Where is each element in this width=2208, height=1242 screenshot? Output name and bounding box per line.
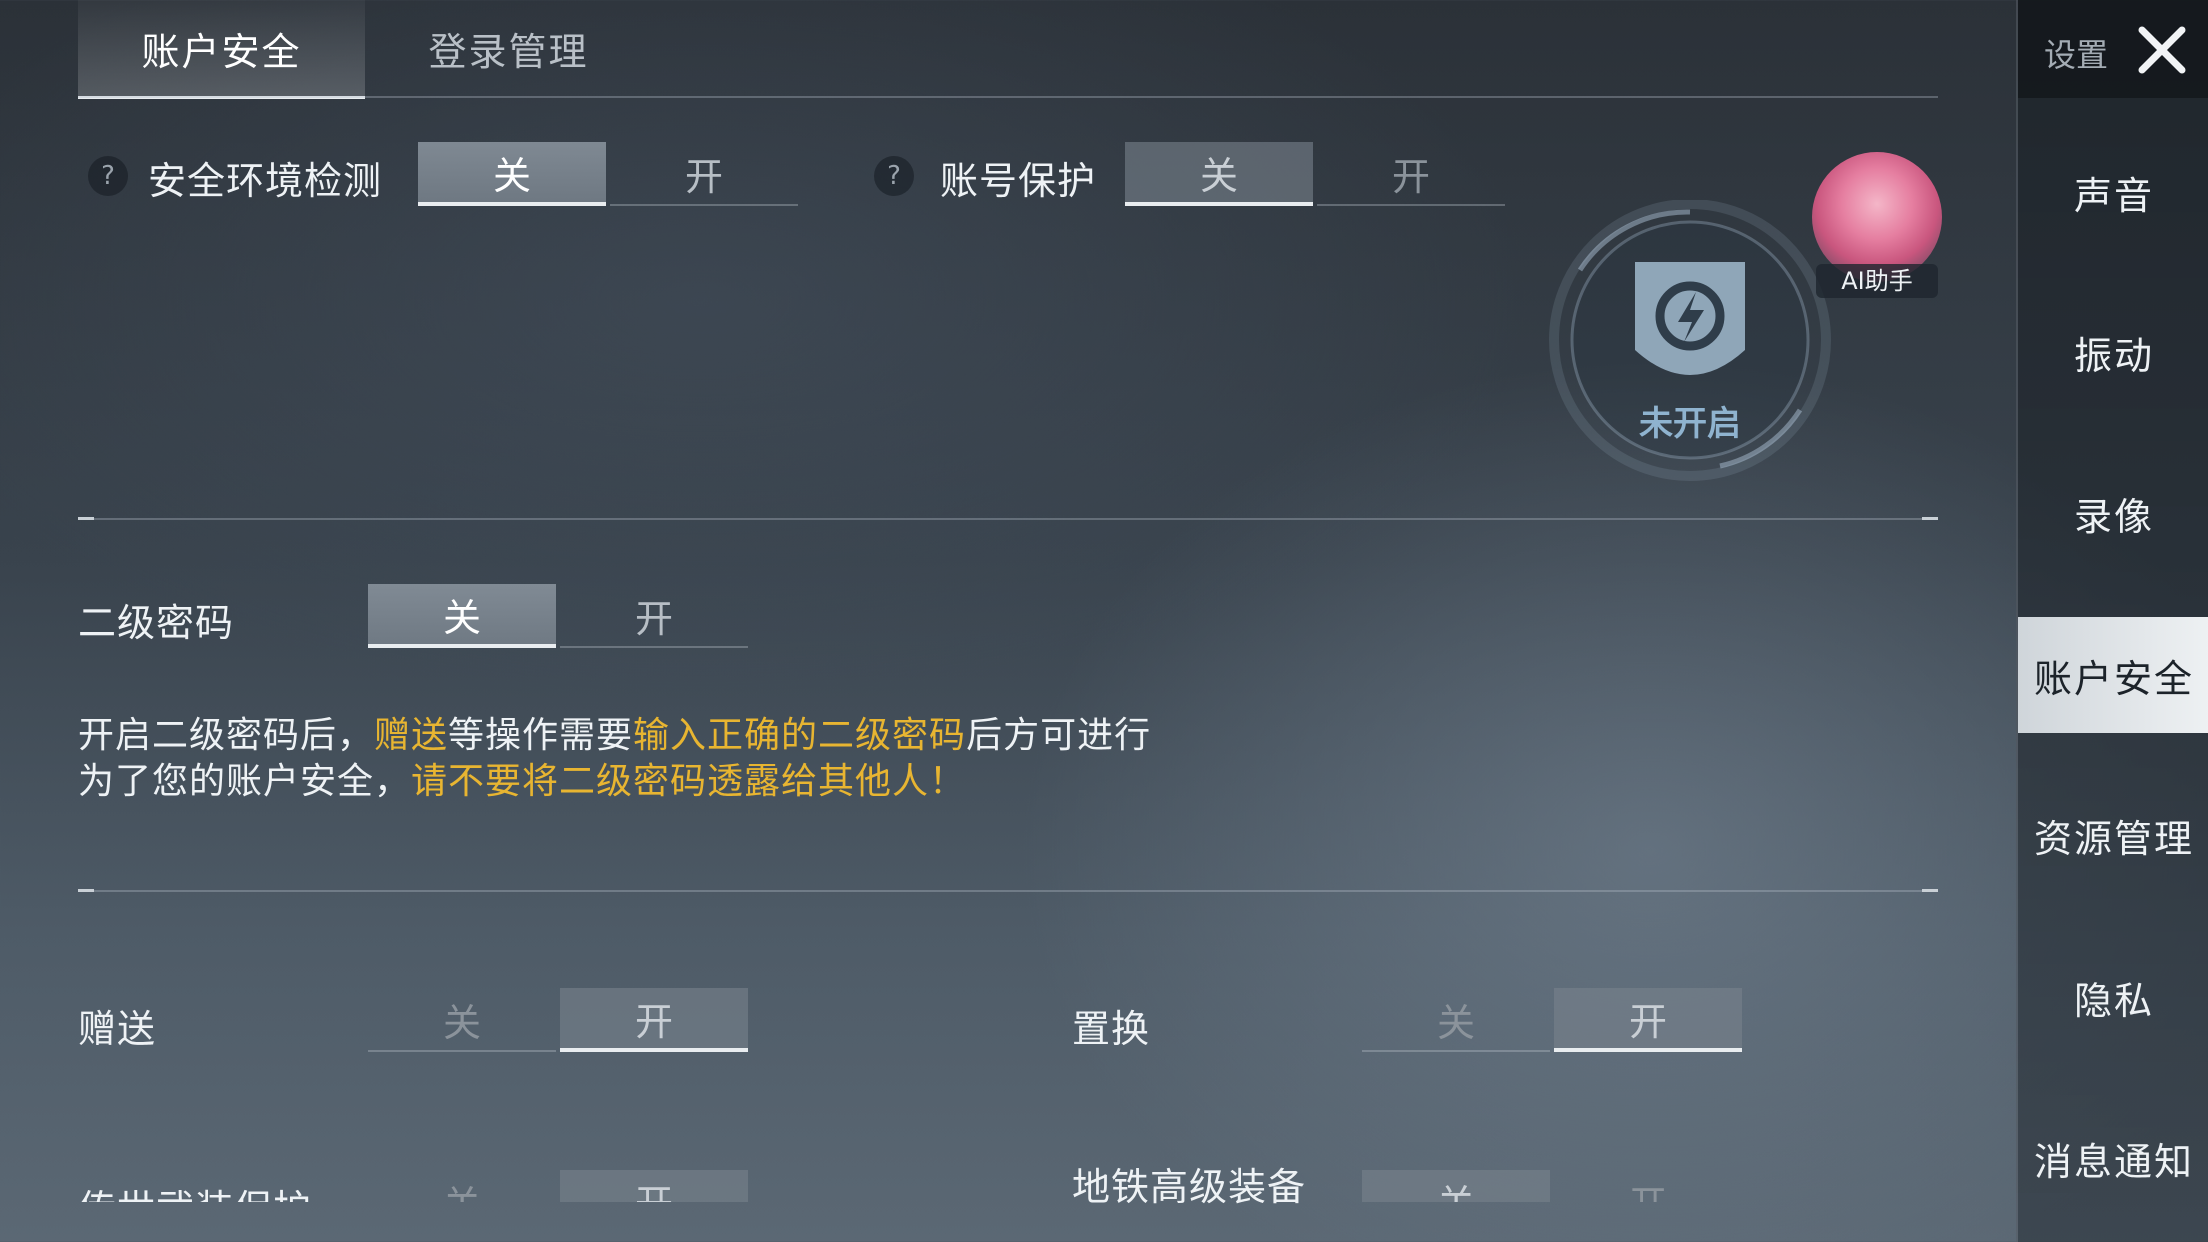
account-protect-help-icon[interactable]: ? — [874, 156, 914, 196]
sidebar-item-account-security[interactable]: 账户安全 — [2018, 617, 2208, 733]
security-env-label: 安全环境检测 — [148, 159, 383, 203]
gift-toggle[interactable]: 关 开 — [368, 988, 752, 1052]
ai-assistant-label[interactable]: AI助手 — [1816, 264, 1938, 298]
exchange-toggle[interactable]: 关 开 — [1362, 988, 1746, 1052]
security-env-toggle[interactable]: 关 开 — [418, 142, 802, 206]
second-password-label: 二级密码 — [78, 601, 235, 645]
gift-off-option[interactable]: 关 — [368, 988, 556, 1052]
account-protect-on-option[interactable]: 开 — [1317, 142, 1505, 206]
sidebar-item-notifications[interactable]: 消息通知 — [2018, 1100, 2208, 1216]
metro-gear-clip: 关 开 — [1362, 1170, 1762, 1202]
exchange-on-option[interactable]: 开 — [1554, 988, 1742, 1052]
sidebar-header: 设置 — [2018, 0, 2208, 98]
metro-gear-off-option[interactable]: 关 — [1362, 1170, 1550, 1202]
account-protect-toggle[interactable]: 关 开 — [1125, 142, 1509, 206]
security-env-help-icon[interactable]: ? — [88, 156, 128, 196]
second-password-toggle[interactable]: 关 开 — [368, 584, 752, 648]
ai-assistant-avatar[interactable] — [1812, 152, 1942, 282]
legendary-protect-toggle[interactable]: 关 开 — [368, 1170, 752, 1202]
shield-emblem — [1540, 199, 1840, 490]
metro-gear-on-option[interactable]: 开 — [1554, 1170, 1742, 1203]
second-password-info-line2: 为了您的账户安全，请不要将二级密码透露给其他人！ — [78, 761, 967, 802]
settings-sidebar: 设置 声音 振动 录像 账户安全 资源管理 隐私 消息通知 — [2016, 0, 2208, 1242]
sidebar-item-recording[interactable]: 录像 — [2018, 455, 2208, 571]
shield-status-text: 未开启 — [1639, 404, 1741, 444]
second-password-on-option[interactable]: 开 — [560, 584, 748, 648]
legendary-protect-label: 传世武装保护 — [78, 1178, 312, 1202]
second-password-off-option[interactable]: 关 — [368, 584, 556, 648]
second-password-info-line1: 开启二级密码后，赠送等操作需要输入正确的二级密码后方可进行 — [78, 715, 1152, 756]
sidebar-item-resource-management[interactable]: 资源管理 — [2018, 777, 2208, 893]
sidebar-item-sound[interactable]: 声音 — [2018, 134, 2208, 250]
security-env-off-option[interactable]: 关 — [418, 142, 606, 206]
exchange-off-option[interactable]: 关 — [1362, 988, 1550, 1052]
account-protect-label: 账号保护 — [940, 159, 1097, 203]
tabs-divider — [78, 96, 1938, 98]
security-env-on-option[interactable]: 开 — [610, 142, 798, 206]
section-divider — [78, 517, 1938, 520]
settings-title: 设置 — [2044, 36, 2109, 74]
tab-account-security[interactable]: 账户安全 — [78, 0, 365, 99]
gift-on-option[interactable]: 开 — [560, 988, 748, 1052]
exchange-label: 置换 — [1072, 1007, 1151, 1051]
account-protect-off-option[interactable]: 关 — [1125, 142, 1313, 206]
section-divider — [78, 889, 1938, 892]
metro-gear-toggle[interactable]: 关 开 — [1362, 1170, 1746, 1202]
metro-gear-label: 地铁高级装备 — [1072, 1165, 1307, 1209]
sidebar-item-privacy[interactable]: 隐私 — [2018, 939, 2208, 1055]
shield-icon — [1549, 199, 1831, 481]
close-icon[interactable] — [2134, 22, 2190, 78]
sidebar-item-vibration[interactable]: 振动 — [2018, 294, 2208, 410]
legendary-protect-on-option[interactable]: 开 — [560, 1170, 748, 1202]
gift-label: 赠送 — [78, 1007, 157, 1051]
legendary-protect-off-option[interactable]: 关 — [368, 1170, 556, 1203]
tab-login-management[interactable]: 登录管理 — [365, 0, 652, 96]
